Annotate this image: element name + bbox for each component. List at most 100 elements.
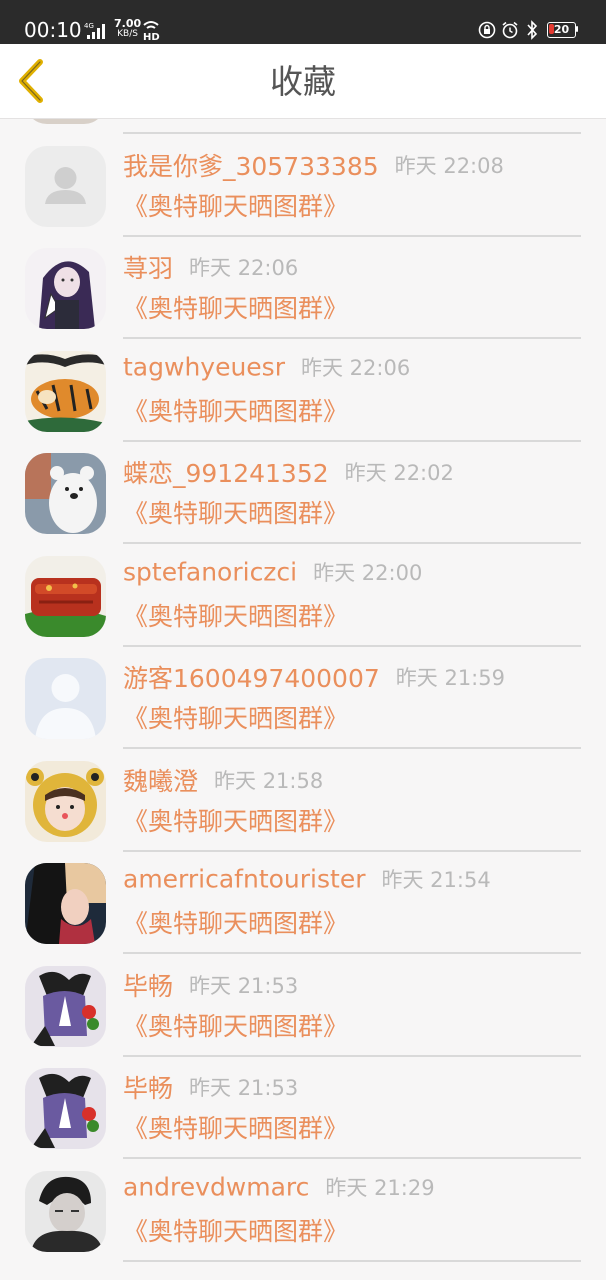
list-item-7[interactable]: 魏曦澄 昨天 21:58 《奥特聊天晒图群》: [0, 750, 606, 853]
bluetooth-icon: [527, 20, 538, 40]
group-link[interactable]: 《奥特聊天晒图群》: [123, 597, 348, 633]
name-line: andrevdwmarc 昨天 21:29: [123, 1172, 435, 1208]
name-line: 魏曦澄 昨天 21:58: [123, 762, 323, 798]
name-line: 毕畅 昨天 21:53: [123, 967, 298, 1003]
list-item-10[interactable]: 毕畅 昨天 21:53 《奥特聊天晒图群》: [0, 1057, 606, 1160]
avatar-dark-portrait[interactable]: [25, 863, 106, 944]
list-item-9[interactable]: 毕畅 昨天 21:53 《奥特聊天晒图群》: [0, 955, 606, 1058]
timestamp: 昨天 21:54: [381, 868, 491, 892]
hd-wifi-icon: HD: [143, 21, 160, 41]
list-item-0[interactable]: 《奥特聊天晒图群》: [0, 119, 606, 135]
avatar-default-blue[interactable]: [25, 658, 106, 739]
list-item-6[interactable]: 游客1600497400007 昨天 21:59 《奥特聊天晒图群》: [0, 647, 606, 750]
avatar-image: [25, 1170, 106, 1252]
network-speed-unit: KB/S: [117, 29, 138, 39]
list-item-2[interactable]: 荨羽 昨天 22:06 《奥特聊天晒图群》: [0, 237, 606, 340]
avatar-default-gray[interactable]: [25, 145, 106, 227]
list-item-11[interactable]: andrevdwmarc 昨天 21:29 《奥特聊天晒图群》: [0, 1160, 606, 1263]
avatar-child[interactable]: [25, 760, 106, 842]
network-speed: 7.00 KB/S: [114, 18, 141, 40]
avatar-image: [25, 145, 106, 227]
list-item-4[interactable]: 蝶恋_991241352 昨天 22:02 《奥特聊天晒图群》: [0, 442, 606, 545]
back-button[interactable]: [10, 56, 58, 106]
timestamp: 昨天 21:53: [189, 1076, 299, 1100]
chevron-left-icon: [19, 59, 43, 103]
avatar-food[interactable]: [25, 555, 106, 637]
avatar-image: [25, 863, 106, 944]
user-name[interactable]: 我是你爹_305733385: [123, 152, 379, 181]
list-item-1[interactable]: 我是你爹_305733385 昨天 22:08 《奥特聊天晒图群》: [0, 135, 606, 238]
user-name[interactable]: andrevdwmarc: [123, 1172, 309, 1201]
timestamp: 昨天 22:02: [344, 461, 454, 485]
name-line: 蝶恋_991241352 昨天 22:02: [123, 454, 454, 490]
avatar-anime-girl[interactable]: [25, 248, 106, 329]
name-line: 游客1600497400007 昨天 21:59: [123, 659, 505, 695]
timestamp: 昨天 21:53: [189, 973, 299, 998]
avatar-image: [25, 555, 106, 637]
timestamp: 昨天 22:06: [301, 355, 411, 380]
avatar-image: [25, 350, 106, 432]
avatar-image: [25, 760, 106, 842]
rotation-lock-icon: [478, 21, 496, 39]
avatar-image: [25, 658, 106, 739]
group-link[interactable]: 《奥特聊天晒图群》: [123, 119, 348, 120]
group-link[interactable]: 《奥特聊天晒图群》: [123, 187, 348, 223]
group-link[interactable]: 《奥特聊天晒图群》: [123, 289, 348, 325]
timestamp: 昨天 22:06: [189, 256, 299, 280]
list-item-8[interactable]: amerricafntourister 昨天 21:54 《奥特聊天晒图群》: [0, 852, 606, 955]
avatar-cartoon[interactable]: [25, 965, 106, 1047]
avatar-bw-portrait[interactable]: [25, 1170, 106, 1252]
status-time: 00:10: [24, 18, 82, 42]
timestamp: 昨天 21:58: [214, 768, 324, 793]
network-speed-value: 7.00: [114, 17, 142, 30]
avatar-partial[interactable]: [25, 119, 106, 124]
user-name[interactable]: sptefanoriczci: [123, 557, 297, 586]
user-name[interactable]: 毕畅: [123, 972, 173, 1001]
group-link[interactable]: 《奥特聊天晒图群》: [123, 1007, 348, 1043]
avatar-cartoon[interactable]: [25, 1068, 106, 1149]
status-bar: 00:10 4G 7.00 KB/S HD 20: [0, 0, 606, 44]
name-line: 毕畅 昨天 21:53: [123, 1069, 298, 1105]
svg-text:4G: 4G: [84, 22, 94, 30]
signal-icon: 4G: [84, 22, 105, 39]
group-link[interactable]: 《奥特聊天晒图群》: [123, 392, 348, 428]
avatar-image: [25, 453, 106, 534]
timestamp: 昨天 21:29: [325, 1175, 435, 1200]
list-item-5[interactable]: sptefanoriczci 昨天 22:00 《奥特聊天晒图群》: [0, 545, 606, 648]
user-name[interactable]: 荨羽: [123, 254, 173, 283]
avatar-image: [25, 965, 106, 1047]
avatar-image: [25, 248, 106, 329]
group-link[interactable]: 《奥特聊天晒图群》: [123, 699, 348, 735]
header-bar: 收藏: [0, 44, 606, 119]
group-link[interactable]: 《奥特聊天晒图群》: [123, 494, 348, 530]
user-name[interactable]: 毕畅: [123, 1074, 173, 1103]
group-link[interactable]: 《奥特聊天晒图群》: [123, 1109, 348, 1145]
list-item-3[interactable]: tagwhyeuesr 昨天 22:06 《奥特聊天晒图群》: [0, 340, 606, 443]
timestamp: 昨天 22:08: [394, 153, 504, 178]
battery-level-text: 20: [553, 23, 570, 36]
svg-text:HD: HD: [143, 32, 160, 41]
group-link[interactable]: 《奥特聊天晒图群》: [123, 904, 348, 940]
alarm-icon: [502, 21, 518, 39]
battery-icon: 20: [547, 22, 578, 38]
divider: [123, 1259, 581, 1262]
timestamp: 昨天 22:00: [313, 560, 423, 585]
user-name[interactable]: 游客1600497400007: [123, 664, 380, 693]
group-link[interactable]: 《奥特聊天晒图群》: [123, 802, 348, 838]
name-line: amerricafntourister 昨天 21:54: [123, 864, 491, 900]
user-name[interactable]: 蝶恋_991241352: [123, 459, 329, 488]
name-line: sptefanoriczci 昨天 22:00: [123, 557, 422, 593]
favorites-list[interactable]: 《奥特聊天晒图群》 我是你爹_305733385 昨天 22:08 《奥特聊天晒图…: [0, 119, 606, 1280]
name-line: tagwhyeuesr 昨天 22:06: [123, 352, 410, 388]
timestamp: 昨天 21:59: [395, 666, 505, 690]
page-title: 收藏: [270, 62, 336, 101]
avatar-bear[interactable]: [25, 453, 106, 534]
group-link[interactable]: 《奥特聊天晒图群》: [123, 1212, 348, 1248]
user-name[interactable]: amerricafntourister: [123, 865, 365, 894]
avatar-image: [25, 119, 106, 124]
user-name[interactable]: 魏曦澄: [123, 767, 198, 796]
user-name[interactable]: tagwhyeuesr: [123, 352, 285, 381]
name-line: 我是你爹_305733385 昨天 22:08: [123, 147, 504, 183]
avatar-tiger[interactable]: [25, 350, 106, 432]
avatar-image: [25, 1068, 106, 1149]
